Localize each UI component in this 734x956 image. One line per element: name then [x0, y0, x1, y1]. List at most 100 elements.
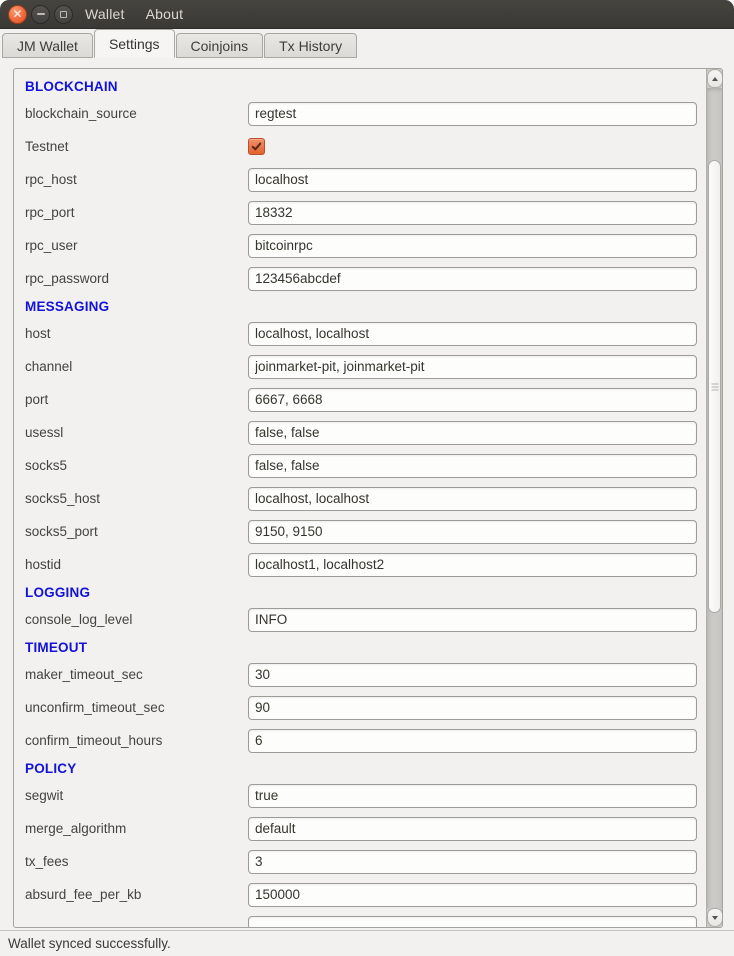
- settings-row: merge_algorithm: [14, 812, 706, 845]
- status-message: Wallet synced successfully.: [8, 936, 171, 951]
- port-input[interactable]: [248, 388, 697, 412]
- blockchain-source-input[interactable]: [248, 102, 697, 126]
- settings-row: unconfirm_timeout_sec: [14, 691, 706, 724]
- field-label: hostid: [25, 557, 61, 572]
- socks5-port-input[interactable]: [248, 520, 697, 544]
- settings-row: console_log_level: [14, 603, 706, 636]
- titlebar: ✕ Wallet About: [0, 0, 734, 29]
- window-controls: ✕: [8, 5, 73, 24]
- settings-row: rpc_host: [14, 163, 706, 196]
- absurd-fee-per-kb-input[interactable]: [248, 883, 697, 907]
- settings-page: BLOCKCHAIN blockchain_source Testnet rpc…: [0, 58, 734, 930]
- maker-timeout-sec-input[interactable]: [248, 663, 697, 687]
- section-header-messaging: MESSAGING: [14, 295, 706, 317]
- field-label: segwit: [25, 788, 63, 803]
- field-label: maker_timeout_sec: [25, 667, 143, 682]
- settings-row: segwit: [14, 779, 706, 812]
- field-label: channel: [25, 359, 72, 374]
- tab-jm-wallet[interactable]: JM Wallet: [2, 33, 93, 58]
- menu-wallet[interactable]: Wallet: [85, 6, 125, 22]
- field-label: confirm_timeout_hours: [25, 733, 162, 748]
- minimize-button[interactable]: [31, 5, 50, 24]
- settings-row: channel: [14, 350, 706, 383]
- field-label: socks5_port: [25, 524, 98, 539]
- close-button[interactable]: ✕: [8, 5, 27, 24]
- scrollbar-thumb[interactable]: [708, 160, 721, 613]
- close-icon: ✕: [12, 8, 22, 20]
- settings-form: BLOCKCHAIN blockchain_source Testnet rpc…: [14, 69, 706, 928]
- unconfirm-timeout-sec-input[interactable]: [248, 696, 697, 720]
- settings-row: socks5: [14, 449, 706, 482]
- minimize-icon: [37, 13, 45, 15]
- tab-settings[interactable]: Settings: [94, 29, 175, 58]
- rpc-host-input[interactable]: [248, 168, 697, 192]
- settings-row: rpc_password: [14, 262, 706, 295]
- settings-row: rpc_user: [14, 229, 706, 262]
- hostid-input[interactable]: [248, 553, 697, 577]
- settings-row: hostid: [14, 548, 706, 581]
- field-label: console_log_level: [25, 612, 132, 627]
- arrow-down-icon: [712, 916, 718, 920]
- settings-scroll-area: BLOCKCHAIN blockchain_source Testnet rpc…: [13, 68, 723, 928]
- field-label: rpc_password: [25, 271, 109, 286]
- settings-row: Testnet: [14, 130, 706, 163]
- tab-coinjoins[interactable]: Coinjoins: [176, 33, 264, 58]
- field-label: host: [25, 326, 51, 341]
- status-bar: Wallet synced successfully.: [0, 930, 734, 956]
- section-header-timeout: TIMEOUT: [14, 636, 706, 658]
- settings-row: host: [14, 317, 706, 350]
- socks5-input[interactable]: [248, 454, 697, 478]
- rpc-port-input[interactable]: [248, 201, 697, 225]
- section-header-blockchain: BLOCKCHAIN: [14, 75, 706, 97]
- testnet-checkbox[interactable]: [248, 138, 265, 155]
- settings-row: usessl: [14, 416, 706, 449]
- socks5-host-input[interactable]: [248, 487, 697, 511]
- rpc-password-input[interactable]: [248, 267, 697, 291]
- settings-row: socks5_port: [14, 515, 706, 548]
- scrollbar-down-button[interactable]: [707, 908, 723, 927]
- settings-row: confirm_timeout_hours: [14, 724, 706, 757]
- settings-row: blockchain_source: [14, 97, 706, 130]
- checkmark-icon: [250, 140, 263, 153]
- console-log-level-input[interactable]: [248, 608, 697, 632]
- tx-fees-input[interactable]: [248, 850, 697, 874]
- tab-tx-history[interactable]: Tx History: [264, 33, 357, 58]
- field-label: tx_fees: [25, 854, 69, 869]
- field-label: absurd_fee_per_kb: [25, 887, 141, 902]
- field-label: port: [25, 392, 48, 407]
- maximize-button[interactable]: [54, 5, 73, 24]
- field-label: Testnet: [25, 139, 69, 154]
- menu-about[interactable]: About: [146, 6, 184, 22]
- usessl-input[interactable]: [248, 421, 697, 445]
- menubar: Wallet About: [85, 6, 183, 22]
- settings-row: port: [14, 383, 706, 416]
- section-header-logging: LOGGING: [14, 581, 706, 603]
- field-label: unconfirm_timeout_sec: [25, 700, 165, 715]
- app-window: ✕ Wallet About JM Wallet Settings Coinjo…: [0, 0, 734, 956]
- scrollbar-up-button[interactable]: [707, 69, 723, 88]
- field-label: rpc_user: [25, 238, 78, 253]
- segwit-input[interactable]: [248, 784, 697, 808]
- maximize-icon: [60, 11, 67, 18]
- channel-input[interactable]: [248, 355, 697, 379]
- scrollbar-grip-icon: [711, 383, 718, 390]
- field-label: socks5_host: [25, 491, 100, 506]
- arrow-up-icon: [712, 77, 718, 81]
- field-label: blockchain_source: [25, 106, 137, 121]
- field-label: merge_algorithm: [25, 821, 126, 836]
- settings-row-partial: [14, 911, 706, 928]
- settings-row: tx_fees: [14, 845, 706, 878]
- settings-row: maker_timeout_sec: [14, 658, 706, 691]
- checkbox-wrap: [248, 138, 697, 155]
- field-label: usessl: [25, 425, 63, 440]
- confirm-timeout-hours-input[interactable]: [248, 729, 697, 753]
- section-header-policy: POLICY: [14, 757, 706, 779]
- settings-row: absurd_fee_per_kb: [14, 878, 706, 911]
- rpc-user-input[interactable]: [248, 234, 697, 258]
- merge-algorithm-input[interactable]: [248, 817, 697, 841]
- partial-input[interactable]: [248, 916, 697, 929]
- host-input[interactable]: [248, 322, 697, 346]
- field-label: rpc_port: [25, 205, 75, 220]
- field-label: socks5: [25, 458, 67, 473]
- settings-row: rpc_port: [14, 196, 706, 229]
